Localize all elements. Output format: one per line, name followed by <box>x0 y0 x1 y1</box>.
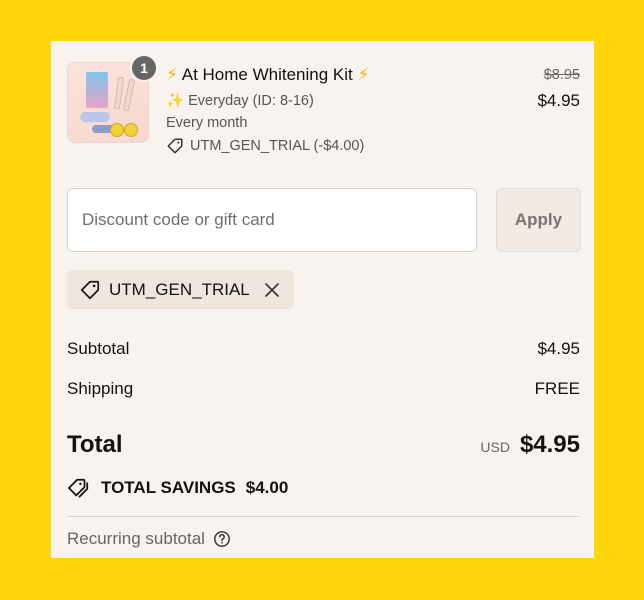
lightning-icon: ⚡ <box>357 65 370 84</box>
tag-icon <box>166 137 184 155</box>
lightning-icon: ⚡ <box>166 65 178 84</box>
applied-discount-code: UTM_GEN_TRIAL <box>109 279 250 299</box>
total-row: Total USD $4.95 <box>67 431 580 459</box>
recurring-subtotal: Recurring subtotal <box>67 529 231 549</box>
total-label: Total <box>67 431 123 458</box>
tags-icon <box>67 477 91 499</box>
product-variant-text: Everyday (ID: 8-16) <box>188 93 314 109</box>
quantity-badge: 1 <box>130 54 158 82</box>
help-circle-icon[interactable] <box>213 530 231 548</box>
product-discount: UTM_GEN_TRIAL (-$4.00) <box>166 137 364 155</box>
discount-code-input[interactable] <box>67 188 477 252</box>
tag-icon <box>79 279 101 301</box>
divider <box>67 516 580 517</box>
sparkle-icon: ✨ <box>166 93 185 109</box>
total-value: $4.95 <box>519 431 580 458</box>
apply-button[interactable]: Apply <box>496 188 581 252</box>
product-title-text: At Home Whitening Kit <box>181 65 353 84</box>
total-savings-label: TOTAL SAVINGS <box>101 478 236 497</box>
total-savings-value: $4.00 <box>245 478 289 497</box>
product-title: ⚡ At Home Whitening Kit ⚡ <box>166 65 369 85</box>
shipping-value: FREE <box>534 379 580 398</box>
currency-code: USD <box>480 439 510 455</box>
product-discount-text: UTM_GEN_TRIAL (-$4.00) <box>190 138 365 154</box>
shipping-label: Shipping <box>67 379 134 398</box>
product-price: $4.95 <box>537 91 580 110</box>
product-frequency: Every month <box>166 115 248 131</box>
subtotal-value: $4.95 <box>537 339 580 358</box>
subtotal-row: Subtotal $4.95 <box>67 339 580 359</box>
subtotal-label: Subtotal <box>67 339 130 358</box>
product-thumbnail: 1 <box>67 54 158 143</box>
product-variant: ✨ Everyday (ID: 8-16) <box>166 92 314 109</box>
total-amount: USD $4.95 <box>480 431 580 459</box>
shipping-row: Shipping FREE <box>67 379 580 399</box>
original-price: $8.95 <box>543 67 580 83</box>
recurring-subtotal-label: Recurring subtotal <box>67 529 205 548</box>
applied-discount-tag: UTM_GEN_TRIAL <box>67 270 294 309</box>
order-summary-panel: 1 ⚡ At Home Whitening Kit ⚡ ✨ Everyday (… <box>51 41 594 558</box>
close-icon[interactable] <box>262 280 282 300</box>
total-savings: TOTAL SAVINGS $4.00 <box>67 477 288 499</box>
